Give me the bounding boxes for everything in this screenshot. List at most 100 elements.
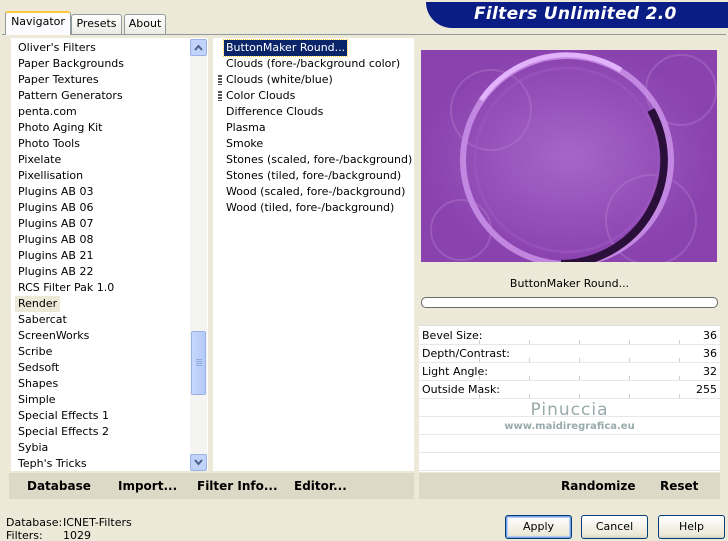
filter-item[interactable]: Color Clouds [226,88,295,104]
param-row-empty [419,453,720,471]
tab-presets-label: Presets [76,17,117,30]
progress-bar [421,297,718,308]
category-item[interactable]: Pixelate [18,152,61,168]
tab-panel-border [2,34,726,35]
reset-button[interactable]: Reset [660,478,698,494]
category-item[interactable]: Sybia [18,440,48,456]
filter-name-display: ButtonMaker Round... [509,277,630,290]
category-item[interactable]: Scribe [18,344,52,360]
database-label: Database [27,479,91,493]
category-item[interactable]: Sedsoft [18,360,59,376]
category-item[interactable]: Plugins AB 03 [18,184,93,200]
param-value: 36 [703,347,717,360]
filter-item[interactable]: Difference Clouds [226,104,323,120]
category-item[interactable]: RCS Filter Pak 1.0 [18,280,114,296]
category-item[interactable]: ScreenWorks [18,328,89,344]
filter-info-label: Filter Info... [197,479,278,493]
category-list[interactable]: Oliver's Filters Paper Backgrounds Paper T… [11,38,208,471]
reset-label: Reset [660,479,699,493]
favorite-marker-icon [218,75,222,85]
category-item[interactable]: Plugins AB 08 [18,232,93,248]
randomize-label: Randomize [561,479,636,493]
param-label: Outside Mask: [422,383,501,396]
scroll-up-button[interactable] [190,39,207,56]
filter-item[interactable]: Clouds (white/blue) [226,72,333,88]
param-row-empty [419,435,720,453]
category-item[interactable]: Simple [18,392,56,408]
status-filters-value: 1029 [63,529,91,541]
import-button[interactable]: Import... [118,478,177,494]
category-item[interactable]: Shapes [18,376,58,392]
apply-label: Apply [522,520,555,533]
randomize-button[interactable]: Randomize [561,478,635,494]
preview-render [421,50,717,262]
category-item[interactable]: Plugins AB 21 [18,248,93,264]
param-row[interactable]: Bevel Size: 36 [419,327,720,345]
category-item[interactable]: Paper Textures [18,72,99,88]
chevron-up-icon [194,44,203,51]
database-button[interactable]: Database [27,478,91,494]
category-item[interactable]: Oliver's Filters [18,40,96,56]
param-row[interactable]: Depth/Contrast: 36 [419,345,720,363]
param-label: Depth/Contrast: [422,347,510,360]
category-item[interactable]: Render [15,296,61,312]
import-label: Import... [118,479,178,493]
category-item[interactable]: Pattern Generators [18,88,123,104]
category-item[interactable]: penta.com [18,104,77,120]
category-item[interactable]: Special Effects 1 [18,408,109,424]
filter-item[interactable]: Clouds (fore-/background color) [226,56,400,72]
status-database-label: Database: [6,516,63,529]
category-item[interactable]: Photo Aging Kit [18,120,102,136]
category-item[interactable]: Teph's Tricks [18,456,87,471]
param-value: 255 [696,383,717,396]
category-item[interactable]: Pixellisation [18,168,83,184]
category-item[interactable]: Special Effects 2 [18,424,109,440]
status-filters-label: Filters: [6,529,43,541]
tab-navigator-label: Navigator [11,15,65,28]
category-item[interactable]: Plugins AB 22 [18,264,93,280]
favorite-marker-icon [218,91,222,101]
param-value: 32 [703,365,717,378]
cancel-button[interactable]: Cancel [581,515,648,539]
category-item[interactable]: Sabercat [18,312,67,328]
app-title: Filters Unlimited 2.0 [474,4,677,24]
watermark-url: www.maidiregrafica.eu [504,421,635,432]
scroll-down-button[interactable] [190,454,207,471]
help-label: Help [678,520,705,533]
param-slider-ticks [479,394,680,398]
category-item[interactable]: Plugins AB 07 [18,216,93,232]
category-item[interactable]: Photo Tools [18,136,80,152]
tab-about[interactable]: About [124,14,166,34]
category-item[interactable]: Plugins AB 06 [18,200,93,216]
help-button[interactable]: Help [658,515,725,539]
cancel-label: Cancel [595,520,634,533]
tab-navigator[interactable]: Navigator [5,11,71,35]
app-title-banner: Filters Unlimited 2.0 [426,2,728,28]
apply-button[interactable]: Apply [505,515,572,539]
category-item[interactable]: Paper Backgrounds [18,56,124,72]
status-database-value: ICNET-Filters [63,516,132,529]
param-slider-ticks [479,340,680,344]
watermark-name: Pinuccia [530,400,609,420]
filter-item[interactable]: Wood (scaled, fore-/background) [226,184,405,200]
filter-item[interactable]: Plasma [226,120,266,136]
filter-info-button[interactable]: Filter Info... [197,478,278,494]
filter-item[interactable]: ButtonMaker Round... [222,39,349,57]
editor-button[interactable]: Editor... [294,478,347,494]
tab-presets[interactable]: Presets [71,14,122,34]
filter-list[interactable]: ButtonMaker Round... Clouds (fore-/backgr… [213,38,414,471]
param-row[interactable]: Outside Mask: 255 [419,381,720,399]
filter-item[interactable]: Wood (tiled, fore-/background) [226,200,394,216]
tab-about-label: About [128,17,162,30]
parameter-panel: Bevel Size: 36 Depth/Contrast: 36 Light Angl… [419,325,720,472]
param-label: Light Angle: [422,365,488,378]
filter-item[interactable]: Stones (tiled, fore-/background) [226,168,401,184]
param-row[interactable]: Light Angle: 32 [419,363,720,381]
filter-item[interactable]: Stones (scaled, fore-/background) [226,152,412,168]
category-scrollbar[interactable] [190,39,207,471]
param-value: 36 [703,329,717,342]
filter-item[interactable]: Smoke [226,136,263,152]
param-label: Bevel Size: [422,329,483,342]
scroll-thumb[interactable] [191,331,206,395]
preview-image [421,50,717,262]
